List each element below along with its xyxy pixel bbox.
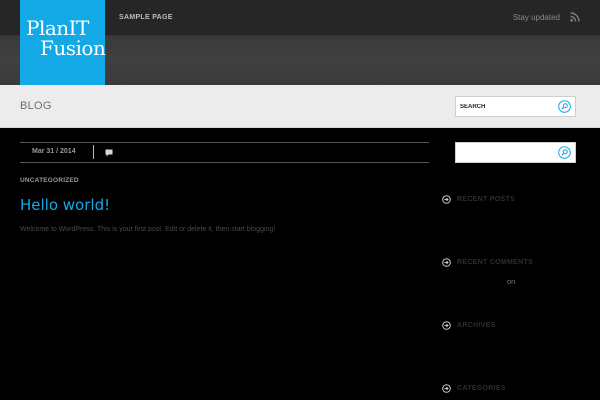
- search-input[interactable]: [460, 100, 555, 114]
- widget-title: RECENT COMMENTS: [457, 259, 534, 266]
- arrow-circle-icon: [442, 321, 451, 330]
- comment-on-text: on: [507, 277, 516, 286]
- post-date: Mar 31 / 2014: [32, 148, 76, 155]
- meta-separator: [93, 145, 94, 159]
- header-search: [455, 96, 576, 117]
- meta-divider-top: [20, 142, 429, 143]
- widget-title: RECENT POSTS: [457, 196, 516, 203]
- widget-title: CATEGORIES: [457, 385, 506, 392]
- logo-line-2: Fusion: [40, 36, 106, 60]
- search-icon[interactable]: [558, 146, 571, 159]
- stay-updated-link[interactable]: Stay updated: [513, 13, 560, 22]
- rss-icon[interactable]: [570, 12, 580, 22]
- site-logo[interactable]: PlanIT Fusion: [20, 0, 106, 85]
- sidebar-search-input[interactable]: [460, 146, 555, 160]
- arrow-circle-icon: [442, 258, 451, 267]
- post-category[interactable]: UNCATEGORIZED: [20, 177, 79, 184]
- meta-divider-bottom: [20, 162, 429, 163]
- comment-icon[interactable]: [105, 149, 113, 157]
- widget-title: ARCHIVES: [457, 322, 496, 329]
- post-title[interactable]: Hello world!: [20, 196, 110, 214]
- page-title: BLOG: [20, 100, 52, 112]
- arrow-circle-icon: [442, 195, 451, 204]
- nav-item-sample-page[interactable]: SAMPLE PAGE: [119, 14, 173, 21]
- search-icon[interactable]: [558, 100, 571, 113]
- arrow-circle-icon: [442, 384, 451, 393]
- post-excerpt: Welcome to WordPress. This is your first…: [20, 226, 276, 233]
- sidebar-search: [455, 142, 576, 163]
